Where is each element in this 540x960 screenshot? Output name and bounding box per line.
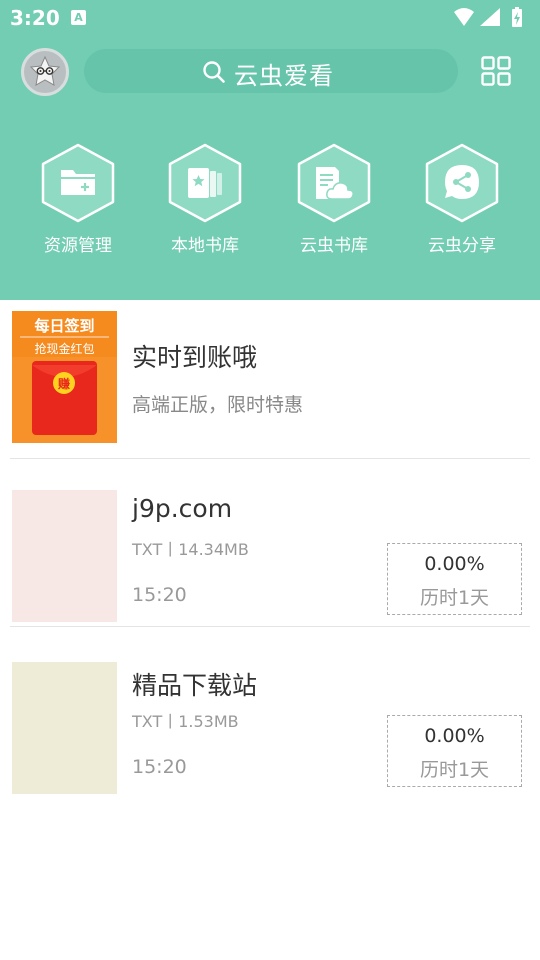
book-meta: TXT丨1.53MB xyxy=(132,712,239,731)
book-item[interactable]: 精品下载站 TXT丨1.53MB 15:20 0.00% 历时1天 xyxy=(10,656,530,799)
book-title: 精品下载站 xyxy=(132,671,258,700)
wifi-icon xyxy=(454,8,474,26)
book-time: 15:20 xyxy=(132,756,187,778)
ad-banner-image[interactable]: 每日签到 抢现金红包 赚 xyxy=(12,311,117,443)
search-icon xyxy=(203,61,225,83)
ad-item[interactable]: 每日签到 抢现金红包 赚 实时到账哦 高端正版，限时特惠 xyxy=(10,306,530,459)
ad-banner-subtitle: 抢现金红包 xyxy=(34,342,95,356)
book-meta: TXT丨14.34MB xyxy=(132,540,249,559)
progress-duration: 历时1天 xyxy=(419,759,490,781)
feature-cloud-library[interactable]: 云虫书库 xyxy=(286,143,382,256)
feature-label: 云虫分享 xyxy=(428,236,496,256)
notification-icon: A xyxy=(71,10,86,25)
wave-divider xyxy=(0,282,540,292)
search-placeholder: 云虫爱看 xyxy=(234,62,334,90)
ad-subtitle: 高端正版，限时特惠 xyxy=(132,394,304,416)
book-item[interactable]: j9p.com TXT丨14.34MB 15:20 0.00% 历时1天 xyxy=(10,484,530,627)
progress-duration: 历时1天 xyxy=(419,587,490,609)
share-icon xyxy=(425,143,499,223)
feature-label: 资源管理 xyxy=(44,236,112,256)
feature-local-library[interactable]: 本地书库 xyxy=(157,143,253,256)
progress-value: 0.00% xyxy=(424,553,485,575)
feature-label: 云虫书库 xyxy=(300,236,368,256)
local-books-icon xyxy=(168,143,242,223)
avatar-glasses-icon xyxy=(30,56,60,86)
book-cover[interactable] xyxy=(12,490,117,622)
feature-resource-manager[interactable]: 资源管理 xyxy=(30,143,126,256)
feature-label: 本地书库 xyxy=(171,236,239,256)
avatar[interactable] xyxy=(21,48,69,96)
folder-add-icon xyxy=(41,143,115,223)
status-time: 3:20 xyxy=(10,6,60,30)
progress-box: 0.00% 历时1天 xyxy=(387,715,522,787)
ad-envelope-char: 赚 xyxy=(57,377,70,391)
signal-icon xyxy=(480,8,500,26)
cloud-library-icon xyxy=(297,143,371,223)
progress-box: 0.00% 历时1天 xyxy=(387,543,522,615)
ad-title: 实时到账哦 xyxy=(132,343,258,372)
search-bar[interactable]: 云虫爱看 xyxy=(84,49,458,93)
status-bar: 3:20 A xyxy=(0,0,540,36)
feature-share[interactable]: 云虫分享 xyxy=(414,143,510,256)
book-cover[interactable] xyxy=(12,662,117,794)
progress-value: 0.00% xyxy=(424,725,485,747)
header: 3:20 A 云虫爱看 资源管理 本地书库 云虫书库 云虫分享 xyxy=(0,0,540,300)
grid-menu-icon[interactable] xyxy=(481,56,511,86)
book-time: 15:20 xyxy=(132,584,187,606)
book-title: j9p.com xyxy=(132,494,233,523)
wave-shape xyxy=(0,282,540,292)
system-status-icons xyxy=(454,7,522,27)
ad-banner-title: 每日签到 xyxy=(34,317,95,335)
